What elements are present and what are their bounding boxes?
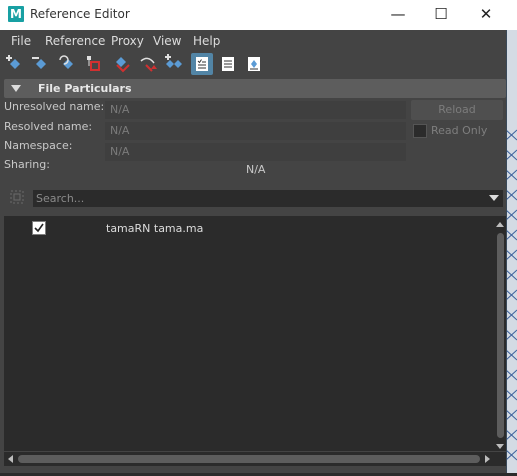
menu-proxy[interactable]: Proxy <box>111 34 144 48</box>
search-dropdown-icon[interactable] <box>489 195 499 201</box>
maya-app-icon: M <box>8 6 24 22</box>
menu-reference[interactable]: Reference <box>45 34 105 48</box>
resolved-name-label: Resolved name: <box>4 120 93 133</box>
reload-reference-icon[interactable] <box>57 53 79 75</box>
resolved-name-field[interactable]: N/A <box>105 122 406 140</box>
scroll-right-icon[interactable] <box>485 455 490 463</box>
sharing-label: Sharing: <box>4 158 50 171</box>
unresolved-name-label: Unresolved name: <box>4 100 105 113</box>
load-reference-icon[interactable] <box>111 53 133 75</box>
replace-reference-icon[interactable] <box>138 53 160 75</box>
expand-view-icon[interactable] <box>243 53 265 75</box>
read-only-label: Read Only <box>431 124 488 137</box>
scroll-up-icon[interactable] <box>496 222 504 227</box>
menu-file[interactable]: File <box>11 34 31 48</box>
window-border <box>506 30 507 473</box>
file-particulars-title: File Particulars <box>38 82 132 95</box>
window-title: Reference Editor <box>30 7 130 21</box>
horizontal-scroll-thumb[interactable] <box>18 455 480 463</box>
read-only-checkbox[interactable] <box>413 124 427 138</box>
scroll-left-icon[interactable] <box>8 455 13 463</box>
checkmark-icon <box>34 223 44 233</box>
unresolved-name-field[interactable]: N/A <box>105 101 406 119</box>
sharing-value: N/A <box>246 163 266 176</box>
menu-view[interactable]: View <box>153 34 181 48</box>
collapse-triangle-icon[interactable] <box>11 85 21 92</box>
close-button[interactable]: ✕ <box>463 0 509 30</box>
namespace-label: Namespace: <box>4 139 73 152</box>
reference-node-label[interactable]: tamaRN tama.ma <box>106 222 203 235</box>
unload-reference-icon[interactable] <box>84 53 106 75</box>
detail-view-icon[interactable] <box>217 53 239 75</box>
vertical-scroll-thumb[interactable] <box>497 233 504 438</box>
list-view-icon[interactable] <box>191 53 213 75</box>
namespace-field[interactable]: N/A <box>105 143 406 161</box>
reference-list[interactable] <box>4 216 506 451</box>
remove-reference-icon[interactable] <box>30 53 52 75</box>
reference-checkbox[interactable] <box>32 221 46 235</box>
scroll-down-icon[interactable] <box>496 444 504 449</box>
background-lattice <box>505 129 517 461</box>
background-window-edge <box>505 30 517 473</box>
menu-help[interactable]: Help <box>193 34 220 48</box>
reload-button[interactable]: Reload <box>411 100 503 120</box>
minimize-button[interactable]: — <box>375 0 421 30</box>
maximize-button[interactable]: ☐ <box>418 0 464 30</box>
filter-icon[interactable] <box>10 190 24 204</box>
search-input[interactable]: Search... <box>33 190 503 207</box>
create-reference-icon[interactable] <box>4 53 26 75</box>
duplicate-reference-icon[interactable] <box>163 53 185 75</box>
